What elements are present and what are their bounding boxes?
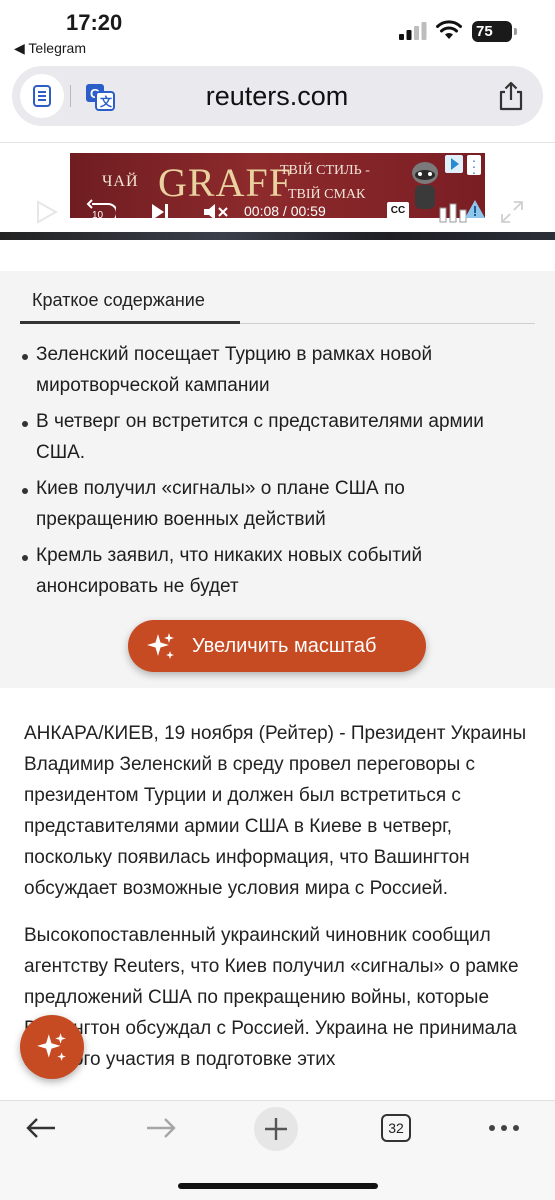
ad-slogan-line2: ТВІЙ СМАК bbox=[288, 187, 366, 202]
status-time: 17:20 bbox=[66, 10, 123, 35]
video-time: 00:08 / 00:59 bbox=[244, 203, 326, 219]
zoom-button[interactable]: Увеличить масштаб bbox=[128, 620, 426, 672]
summary-bullet: В четверг он встретится с представителям… bbox=[22, 406, 532, 468]
ad-slogan-line1: ТВІЙ СТИЛЬ - bbox=[280, 163, 370, 178]
reader-icon bbox=[33, 85, 51, 107]
tab-active-indicator bbox=[20, 321, 240, 324]
summary-bullet: Зеленский посещает Турцию в рамках новой… bbox=[22, 339, 532, 401]
translate-icon[interactable]: G 文 bbox=[84, 80, 116, 112]
forward-button[interactable] bbox=[142, 1113, 180, 1143]
address-bar-separator bbox=[70, 85, 71, 107]
captions-button[interactable]: CC bbox=[387, 202, 409, 220]
sparkle-icon bbox=[147, 633, 174, 659]
more-dots-icon bbox=[489, 1125, 519, 1131]
home-indicator bbox=[178, 1183, 378, 1189]
arrow-right-icon bbox=[147, 1118, 176, 1138]
fullscreen-icon[interactable] bbox=[500, 200, 524, 224]
ad-left-word: ЧАЙ bbox=[102, 173, 139, 190]
ad-brand: GRAFF bbox=[158, 160, 292, 205]
more-menu-button[interactable] bbox=[488, 1119, 520, 1137]
summary-section: Краткое содержание Зеленский посещает Ту… bbox=[0, 271, 555, 688]
rewind-seconds: 10 bbox=[92, 210, 104, 221]
article-paragraph: АНКАРА/КИЕВ, 19 ноября (Рейтер) - Презид… bbox=[24, 723, 527, 899]
ad-area-top-border bbox=[0, 142, 555, 143]
sparkle-icon bbox=[37, 1033, 66, 1061]
arrow-left-icon bbox=[26, 1118, 55, 1138]
article-body: АНКАРА/КИЕВ, 19 ноября (Рейтер) - Презид… bbox=[24, 718, 536, 1091]
status-bar: 17:20 ◀ Telegram 75 bbox=[0, 0, 555, 62]
next-icon[interactable] bbox=[150, 202, 170, 222]
plus-icon bbox=[265, 1118, 287, 1140]
summary-bullet: Киев получил «сигналы» о плане США по пр… bbox=[22, 473, 532, 535]
svg-text:文: 文 bbox=[100, 94, 113, 109]
back-to-telegram-link[interactable]: ◀ Telegram bbox=[14, 40, 86, 57]
zoom-button-label: Увеличить масштаб bbox=[192, 634, 377, 657]
url-domain[interactable]: reuters.com bbox=[152, 78, 402, 114]
back-button[interactable] bbox=[22, 1113, 60, 1143]
ai-assistant-button[interactable] bbox=[20, 1015, 84, 1079]
share-icon[interactable] bbox=[496, 80, 526, 112]
warning-icon bbox=[465, 200, 485, 218]
article-paragraph: Высокопоставленный украинский чиновник с… bbox=[24, 925, 519, 1070]
wifi-icon bbox=[436, 20, 462, 39]
ad-choices-icon[interactable] bbox=[445, 155, 463, 173]
reader-mode-button[interactable] bbox=[20, 74, 64, 118]
summary-bullet: Кремль заявил, что никаких новых событий… bbox=[22, 540, 532, 602]
tab-summary[interactable]: Краткое содержание bbox=[32, 290, 205, 311]
battery-tip bbox=[514, 28, 517, 35]
tab-switcher-button[interactable]: 32 bbox=[381, 1114, 411, 1142]
ad-more-icon[interactable]: · · · bbox=[467, 153, 481, 179]
summary-list: Зеленский посещает Турцию в рамках новой… bbox=[22, 339, 532, 607]
video-bottom-strip bbox=[0, 232, 555, 240]
new-tab-button[interactable] bbox=[254, 1107, 298, 1151]
battery-indicator: 75 bbox=[472, 21, 512, 42]
cellular-signal-icon bbox=[399, 22, 427, 40]
address-bar[interactable]: G 文 reuters.com bbox=[12, 66, 543, 126]
play-icon[interactable] bbox=[36, 200, 58, 224]
mute-icon[interactable] bbox=[202, 202, 230, 222]
